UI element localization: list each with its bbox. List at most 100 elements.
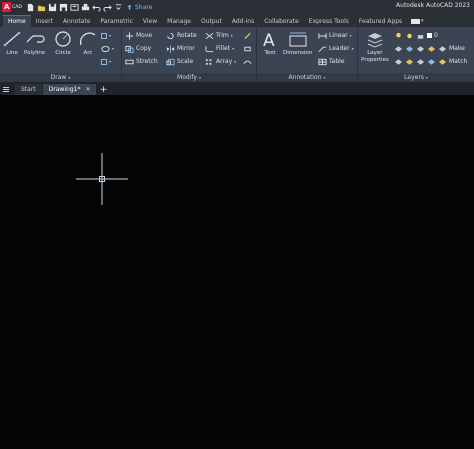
draw-panel-label[interactable]: Draw ▾ bbox=[0, 73, 121, 82]
copy-label: Copy bbox=[136, 45, 152, 52]
ribbon-tab-bar: Home Insert Annotate Parametric View Man… bbox=[0, 14, 474, 27]
explode-icon bbox=[244, 46, 251, 51]
chevron-down-icon: ▾ bbox=[351, 46, 354, 51]
polyline-label: Polyline bbox=[24, 50, 46, 56]
erase-button[interactable] bbox=[243, 31, 252, 40]
layer-match-icon[interactable] bbox=[438, 58, 447, 66]
layer-properties-button[interactable]: Layer Properties bbox=[361, 30, 389, 64]
chevron-down-icon: ▾ bbox=[234, 59, 237, 64]
open-icon[interactable] bbox=[37, 3, 46, 12]
tab-featured-apps[interactable]: Featured Apps bbox=[354, 15, 407, 27]
share-button[interactable]: Share bbox=[126, 4, 152, 11]
explode-button[interactable] bbox=[243, 44, 252, 53]
offset-button[interactable] bbox=[243, 57, 252, 66]
save-as-icon[interactable] bbox=[59, 3, 68, 12]
tab-parametric[interactable]: Parametric bbox=[95, 15, 138, 27]
text-button[interactable]: A Text bbox=[260, 30, 280, 56]
layer-unisolate-icon[interactable] bbox=[394, 58, 403, 66]
layer-lock-icon[interactable] bbox=[427, 45, 436, 53]
autocad-logo-icon: A bbox=[2, 2, 12, 12]
scale-button[interactable]: Scale bbox=[166, 57, 193, 66]
layer-unlock-icon[interactable] bbox=[416, 58, 425, 66]
move-label: Move bbox=[136, 32, 153, 39]
drawing-canvas[interactable] bbox=[0, 95, 474, 449]
share-label: Share bbox=[135, 3, 153, 11]
new-icon[interactable] bbox=[26, 3, 35, 12]
chevron-down-icon: ▾ bbox=[425, 75, 428, 80]
mirror-label: Mirror bbox=[177, 45, 195, 52]
new-drawing-button[interactable]: + bbox=[97, 84, 109, 95]
svg-text:A: A bbox=[263, 31, 275, 48]
layer-thaw-icon[interactable] bbox=[405, 58, 414, 66]
polyline-button[interactable]: Polyline bbox=[24, 30, 45, 56]
layer-dropdown[interactable]: 0 bbox=[394, 31, 438, 40]
tab-drawing1-label: Drawing1* bbox=[48, 86, 81, 93]
line-button[interactable]: Line bbox=[2, 30, 22, 56]
move-button[interactable]: Move bbox=[125, 31, 152, 40]
tab-annotate[interactable]: Annotate bbox=[58, 15, 95, 27]
web-save-icon[interactable] bbox=[70, 3, 79, 12]
app-title: Autodesk AutoCAD 2023 bbox=[396, 2, 470, 9]
dimension-icon bbox=[289, 32, 307, 47]
chevron-down-icon: ▾ bbox=[112, 46, 115, 51]
trim-button[interactable]: Trim ▾ bbox=[205, 31, 233, 40]
pencil-icon bbox=[244, 32, 251, 39]
array-button[interactable]: Array ▾ bbox=[205, 57, 236, 66]
circle-label: Circle bbox=[55, 50, 71, 56]
tab-insert[interactable]: Insert bbox=[31, 15, 58, 27]
tab-home[interactable]: Home bbox=[3, 15, 31, 27]
layer-properties-line2: Properties bbox=[361, 57, 389, 63]
layer-walk-icon[interactable] bbox=[427, 58, 436, 66]
close-icon[interactable]: ✕ bbox=[85, 86, 90, 93]
modify-panel-label[interactable]: Modify ▾ bbox=[122, 73, 256, 82]
title-bar: A CAD Share Autodesk AutoCAD 2023 bbox=[0, 0, 474, 14]
circle-icon bbox=[55, 31, 71, 47]
circle-button[interactable]: Circle bbox=[53, 30, 73, 56]
table-button[interactable]: Table bbox=[318, 57, 345, 66]
mirror-icon bbox=[166, 44, 175, 53]
print-icon[interactable] bbox=[81, 3, 90, 12]
arc-button[interactable]: Arc bbox=[78, 30, 98, 56]
annotation-panel: A Text Dimension Linear ▾ Leader ▾ Table A… bbox=[257, 27, 358, 82]
ribbon-minimize-button[interactable]: ▾ bbox=[411, 15, 424, 27]
linear-button[interactable]: Linear ▾ bbox=[318, 31, 352, 40]
mirror-button[interactable]: Mirror bbox=[166, 44, 195, 53]
leader-button[interactable]: Leader ▾ bbox=[318, 44, 354, 53]
make-current-label[interactable]: Make bbox=[449, 45, 465, 52]
redo-icon[interactable] bbox=[103, 3, 112, 12]
rotate-button[interactable]: Rotate bbox=[166, 31, 197, 40]
dimension-button[interactable]: Dimension bbox=[283, 30, 312, 56]
undo-icon[interactable] bbox=[92, 3, 101, 12]
tab-start[interactable]: Start bbox=[15, 84, 42, 95]
chevron-down-icon: ▾ bbox=[349, 33, 352, 38]
layer-tools-row-2: Match bbox=[394, 57, 467, 66]
hatch-button[interactable]: ▾ bbox=[101, 44, 114, 53]
stretch-button[interactable]: Stretch bbox=[125, 57, 158, 66]
array-icon bbox=[205, 58, 212, 65]
fillet-button[interactable]: Fillet ▾ bbox=[205, 44, 234, 53]
quick-access-menu-icon[interactable] bbox=[114, 3, 123, 12]
layers-panel-label[interactable]: Layers ▾ bbox=[358, 73, 474, 82]
layer-freeze-icon[interactable] bbox=[416, 45, 425, 53]
annotation-panel-label[interactable]: Annotation ▾ bbox=[257, 73, 357, 82]
tab-view[interactable]: View bbox=[138, 15, 162, 27]
layer-off-icon[interactable] bbox=[394, 45, 403, 53]
application-menu-button[interactable]: A CAD bbox=[0, 0, 24, 14]
save-icon[interactable] bbox=[48, 3, 57, 12]
tab-collaborate[interactable]: Collaborate bbox=[259, 15, 304, 27]
copy-button[interactable]: Copy bbox=[125, 44, 151, 53]
tab-output[interactable]: Output bbox=[196, 15, 227, 27]
tab-manage[interactable]: Manage bbox=[162, 15, 196, 27]
layer-properties-icon bbox=[367, 33, 383, 48]
tab-drawing1[interactable]: Drawing1* ✕ bbox=[42, 84, 97, 95]
line-icon bbox=[3, 31, 21, 47]
layer-isolate-icon[interactable] bbox=[405, 45, 414, 53]
tab-express-tools[interactable]: Express Tools bbox=[304, 15, 354, 27]
tab-add-ins[interactable]: Add-ins bbox=[227, 15, 259, 27]
file-tabs-menu-icon[interactable] bbox=[3, 84, 12, 95]
rectangle-button[interactable]: ▾ bbox=[101, 31, 111, 40]
layer-make-current-icon[interactable] bbox=[438, 45, 447, 53]
match-label[interactable]: Match bbox=[449, 58, 467, 65]
region-button[interactable]: ▾ bbox=[101, 57, 111, 66]
region-icon bbox=[101, 58, 107, 65]
